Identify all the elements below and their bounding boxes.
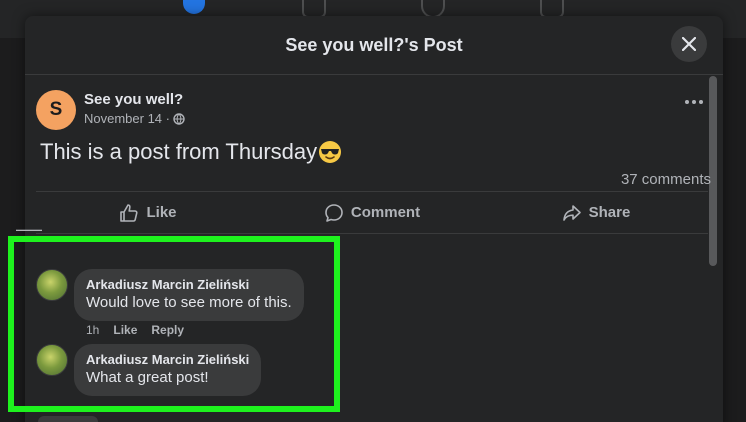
thumbs-up-icon xyxy=(120,203,139,222)
author-name[interactable]: See you well? xyxy=(84,90,185,110)
close-icon xyxy=(682,37,696,51)
more-dot-icon xyxy=(685,100,689,104)
share-label: Share xyxy=(588,204,631,221)
comment-button[interactable]: Comment xyxy=(260,192,484,233)
share-arrow-icon xyxy=(562,204,581,221)
comment-bubble-icon xyxy=(325,203,343,222)
post-header: S See you well? November 14 · xyxy=(36,90,185,130)
post-text: This is a post from Thursday xyxy=(40,139,318,164)
comment-label: Comment xyxy=(350,204,421,221)
share-button[interactable]: Share xyxy=(484,192,708,233)
sunglasses-emoji-icon xyxy=(319,141,342,163)
avatar[interactable]: S xyxy=(36,90,76,130)
like-label: Like xyxy=(146,204,177,221)
dialog-title: See you well?'s Post xyxy=(285,34,463,55)
post-date-text[interactable]: November 14 · xyxy=(84,110,170,128)
highlight-box xyxy=(8,236,340,412)
more-dot-icon xyxy=(699,100,703,104)
next-comment-partial xyxy=(38,416,98,422)
comments-sort-label-clipped: —— xyxy=(16,222,42,236)
post-action-bar: Like Comment Share xyxy=(36,191,708,234)
post-body: This is a post from Thursday xyxy=(40,139,342,165)
globe-icon xyxy=(173,113,185,125)
post-date: November 14 · xyxy=(84,110,185,128)
more-dot-icon xyxy=(692,100,696,104)
close-button[interactable] xyxy=(671,26,707,62)
more-options-button[interactable] xyxy=(685,100,703,104)
dialog-header: See you well?'s Post xyxy=(25,16,723,75)
comment-count[interactable]: 37 comments xyxy=(621,171,711,188)
home-icon[interactable] xyxy=(183,0,205,14)
